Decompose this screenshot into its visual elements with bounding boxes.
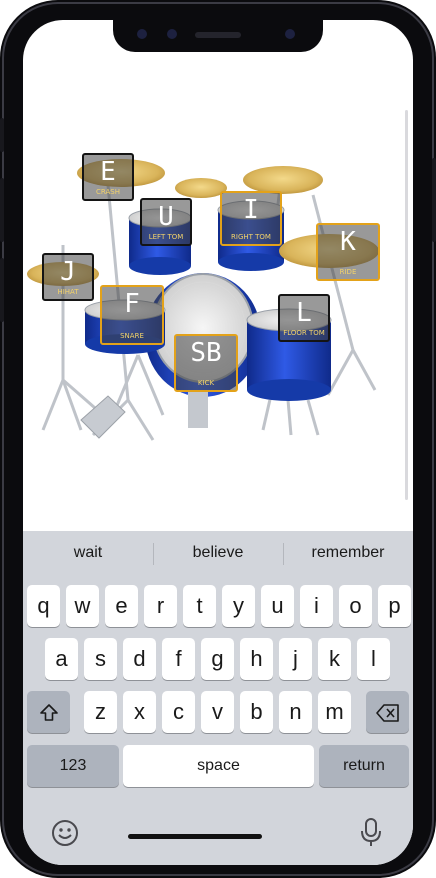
key-t[interactable]: t	[183, 585, 216, 627]
phone-frame: E CRASH U LEFT TOM I RIGHT TOM K RIDE J …	[0, 0, 436, 878]
drum-pad-right-tom[interactable]: I RIGHT TOM	[220, 191, 282, 246]
space-bar[interactable]: space	[123, 745, 314, 787]
volume-up-button	[0, 178, 4, 242]
pad-label: SNARE	[120, 332, 144, 340]
pad-key: E	[100, 157, 116, 187]
key-k[interactable]: k	[318, 638, 351, 680]
return-key[interactable]: return	[319, 745, 409, 787]
backspace-icon	[375, 704, 399, 722]
suggestion-remember[interactable]: remember	[283, 531, 413, 575]
key-p[interactable]: p	[378, 585, 411, 627]
scroll-indicator	[405, 110, 408, 500]
power-button	[432, 158, 436, 242]
key-n[interactable]: n	[279, 691, 312, 733]
drum-pad-crash[interactable]: E CRASH	[82, 153, 134, 201]
front-camera-secondary	[285, 29, 295, 39]
shift-icon	[39, 704, 58, 721]
home-indicator[interactable]	[128, 834, 262, 839]
pad-key: J	[60, 257, 76, 287]
key-a[interactable]: a	[45, 638, 78, 680]
shift-key[interactable]	[27, 691, 70, 733]
pad-label: CRASH	[96, 188, 120, 196]
key-z[interactable]: z	[84, 691, 117, 733]
pad-key: I	[243, 195, 259, 225]
numbers-key[interactable]: 123	[27, 745, 119, 787]
drum-pad-ride[interactable]: K RIDE	[316, 223, 380, 281]
drum-pad-snare[interactable]: F SNARE	[100, 285, 164, 345]
key-l[interactable]: l	[357, 638, 390, 680]
key-y[interactable]: y	[222, 585, 255, 627]
key-h[interactable]: h	[240, 638, 273, 680]
screen: E CRASH U LEFT TOM I RIGHT TOM K RIDE J …	[23, 20, 413, 865]
key-e[interactable]: e	[105, 585, 138, 627]
emoji-icon	[52, 820, 78, 846]
pad-label: RIDE	[339, 268, 357, 276]
volume-down-button	[0, 258, 4, 322]
key-g[interactable]: g	[201, 638, 234, 680]
pad-key: K	[340, 227, 356, 257]
key-s[interactable]: s	[84, 638, 117, 680]
pad-key: U	[158, 202, 174, 232]
key-v[interactable]: v	[201, 691, 234, 733]
pad-label: HIHAT	[57, 288, 79, 296]
pad-label: FLOOR TOM	[283, 329, 325, 337]
key-r[interactable]: r	[144, 585, 177, 627]
drum-pad-left-tom[interactable]: U LEFT TOM	[140, 198, 192, 246]
microphone-icon	[361, 818, 381, 846]
key-j[interactable]: j	[279, 638, 312, 680]
sensor	[167, 29, 177, 39]
key-d[interactable]: d	[123, 638, 156, 680]
key-x[interactable]: x	[123, 691, 156, 733]
front-camera	[137, 29, 147, 39]
mute-switch	[0, 118, 4, 152]
suggestion-wait[interactable]: wait	[23, 531, 153, 575]
drum-pad-hihat[interactable]: J HIHAT	[42, 253, 94, 301]
kick-pedal	[188, 390, 208, 428]
drum-pad-kick[interactable]: SB KICK	[174, 334, 238, 392]
pad-key: F	[124, 289, 140, 319]
key-u[interactable]: u	[261, 585, 294, 627]
key-o[interactable]: o	[339, 585, 372, 627]
predictive-text-bar: wait believe remember	[23, 531, 413, 575]
on-screen-keyboard: wait believe remember q w e r t y u i o …	[23, 531, 413, 865]
pad-key: SB	[190, 338, 222, 368]
key-b[interactable]: b	[240, 691, 273, 733]
drum-pad-floor-tom[interactable]: L FLOOR TOM	[278, 294, 330, 342]
earpiece-speaker	[195, 32, 241, 38]
key-i[interactable]: i	[300, 585, 333, 627]
pad-label: RIGHT TOM	[231, 233, 271, 241]
pad-label: LEFT TOM	[148, 233, 184, 241]
backspace-key[interactable]	[366, 691, 409, 733]
key-c[interactable]: c	[162, 691, 195, 733]
key-f[interactable]: f	[162, 638, 195, 680]
dictation-button[interactable]	[359, 817, 383, 854]
key-q[interactable]: q	[27, 585, 60, 627]
emoji-button[interactable]	[51, 819, 79, 854]
pad-label: KICK	[197, 379, 215, 387]
china-cymbal	[243, 166, 323, 194]
key-w[interactable]: w	[66, 585, 99, 627]
pad-key: L	[296, 298, 312, 328]
phone-notch	[113, 20, 323, 52]
key-m[interactable]: m	[318, 691, 351, 733]
suggestion-believe[interactable]: believe	[153, 531, 283, 575]
